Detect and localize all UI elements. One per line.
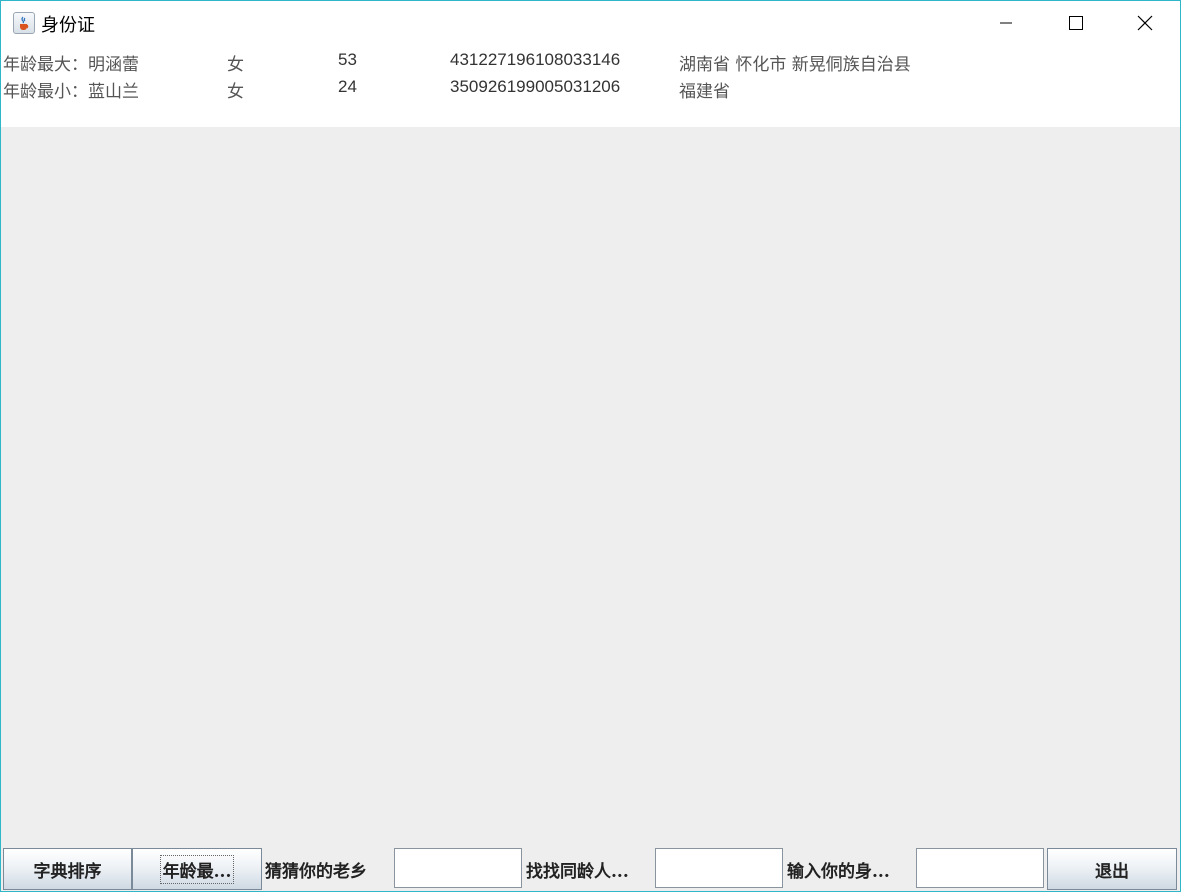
age-extreme-button-label: 年龄最...	[159, 854, 235, 884]
same-age-input[interactable]	[655, 848, 783, 888]
result-address: 湖南省 怀化市 新晃侗族自治县	[679, 55, 911, 75]
minimize-icon	[1000, 22, 1012, 24]
sort-button[interactable]: 字典排序	[3, 848, 132, 890]
result-id-number: 350926199005031206	[450, 77, 621, 96]
close-icon	[1137, 15, 1153, 31]
id-input-label: 输入你的身...	[787, 862, 890, 882]
app-window: 身份证 年龄最大：明涵蕾 女 53 431227196108033146 湖南省…	[0, 0, 1181, 892]
hometown-input[interactable]	[394, 848, 522, 888]
close-button[interactable]	[1110, 1, 1180, 45]
sort-button-label: 字典排序	[33, 861, 102, 882]
result-gender: 女	[227, 55, 244, 75]
maximize-button[interactable]	[1041, 1, 1111, 45]
exit-button[interactable]: 退出	[1047, 848, 1177, 890]
id-number-input[interactable]	[916, 848, 1044, 888]
result-age: 24	[338, 77, 357, 96]
result-name: 年龄最大：明涵蕾	[3, 55, 139, 75]
result-row-oldest: 年龄最大：明涵蕾 女 53 431227196108033146 湖南省 怀化市…	[1, 48, 1180, 75]
title-bar[interactable]: 身份证	[1, 1, 1180, 45]
exit-button-label: 退出	[1095, 861, 1129, 882]
hometown-label: 猜猜你的老乡	[265, 862, 367, 882]
result-address: 福建省	[679, 82, 730, 102]
same-age-label: 找找同龄人...	[526, 862, 629, 882]
window-title: 身份证	[41, 15, 95, 36]
result-panel: 年龄最大：明涵蕾 女 53 431227196108033146 湖南省 怀化市…	[1, 45, 1180, 127]
maximize-icon	[1069, 16, 1083, 30]
bottom-toolbar: 字典排序 年龄最... 猜猜你的老乡 找找同龄人... 输入你的身... 退出	[1, 847, 1180, 891]
result-name: 年龄最小：蓝山兰	[3, 82, 139, 102]
java-cup-icon[interactable]	[13, 12, 35, 34]
result-row-youngest: 年龄最小：蓝山兰 女 24 350926199005031206 福建省	[1, 75, 1180, 102]
age-extreme-button[interactable]: 年龄最...	[132, 848, 262, 890]
result-age: 53	[338, 50, 357, 69]
minimize-button[interactable]	[971, 1, 1041, 45]
result-id-number: 431227196108033146	[450, 50, 621, 69]
result-gender: 女	[227, 82, 244, 102]
